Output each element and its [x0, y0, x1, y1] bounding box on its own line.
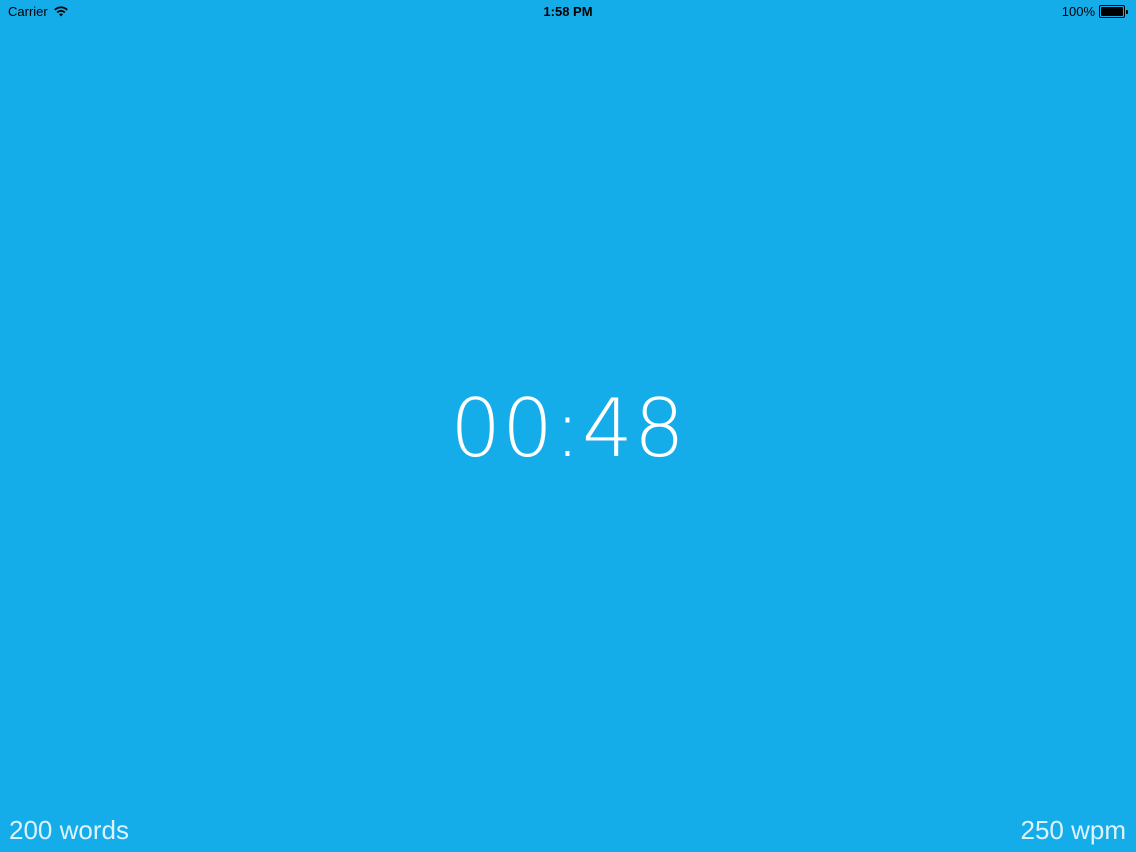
battery-percent: 100%: [1061, 4, 1095, 19]
status-right: 100%: [1062, 4, 1128, 19]
reading-speed-label[interactable]: 250 wpm: [1021, 815, 1127, 846]
status-time: 1:58 PM: [543, 4, 593, 19]
battery-icon: [1099, 5, 1128, 18]
battery-body: [1099, 5, 1125, 18]
battery-nub: [1126, 9, 1128, 14]
word-count-label[interactable]: 200 words: [9, 815, 129, 846]
battery-fill: [1101, 7, 1123, 16]
status-bar: Carrier 1:58 PM 100%: [0, 0, 1136, 22]
timer-display[interactable]: 00:48: [0, 385, 1136, 473]
